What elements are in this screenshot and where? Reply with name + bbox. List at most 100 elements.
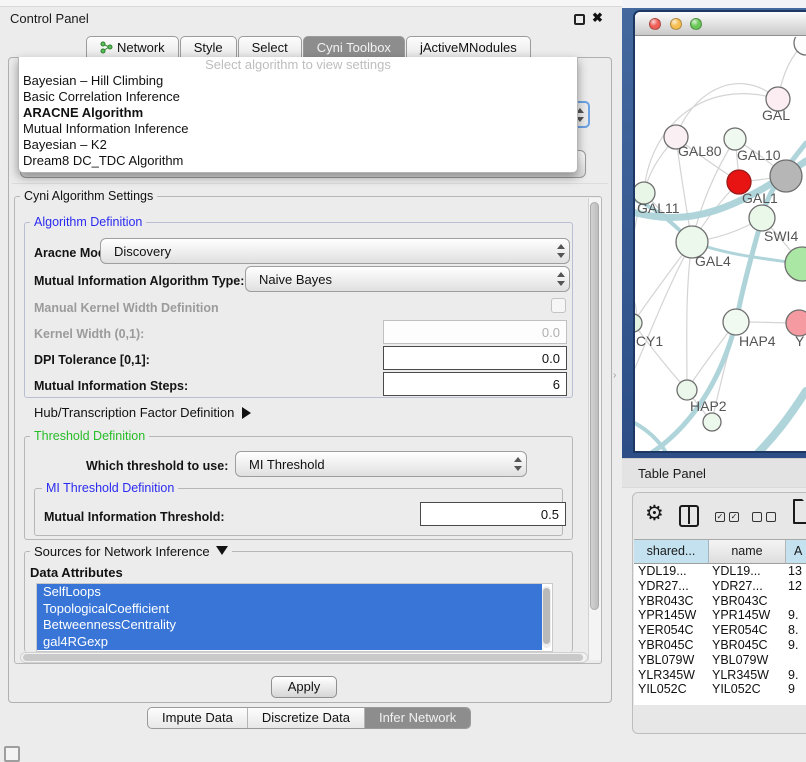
tab-jactivemnodules[interactable]: jActiveMNodules — [406, 36, 531, 58]
close-icon[interactable]: ✖ — [592, 10, 603, 26]
tab-impute-data[interactable]: Impute Data — [148, 708, 248, 728]
mi-threshold-label: Mutual Information Threshold: — [44, 510, 225, 524]
tab-infer-network[interactable]: Infer Network — [365, 708, 470, 728]
table-row[interactable]: YIL052CYIL052C9 — [634, 682, 806, 697]
expand-right-icon — [242, 407, 251, 419]
attribute-item[interactable]: SelfLoops — [37, 584, 542, 601]
dock-panel-icon[interactable] — [4, 746, 20, 762]
gear-icon[interactable]: ⚙ — [645, 501, 664, 526]
algorithm-option[interactable]: Basic Correlation Inference — [19, 89, 577, 105]
data-attributes-list[interactable]: SelfLoopsTopologicalCoefficientBetweenne… — [36, 583, 553, 652]
table-cell: YBR043C — [712, 594, 782, 608]
network-node-hap4[interactable] — [723, 309, 749, 335]
mi-type-combo[interactable]: Naive Bayes — [245, 266, 570, 292]
close-traffic-light[interactable] — [649, 18, 661, 30]
network-canvas[interactable]: GALGAL80GAL10GAL1GAL11SWI4GAL4GCY1HAP4YH… — [635, 37, 806, 453]
apply-button[interactable]: Apply — [271, 676, 337, 698]
stepper-arrows-icon — [557, 272, 565, 286]
table-cell: 13 — [788, 564, 806, 578]
algorithm-option[interactable]: Bayesian – Hill Climbing — [19, 73, 577, 89]
top-strip — [0, 0, 622, 7]
table-cell: YER054C — [638, 623, 706, 637]
document-icon[interactable] — [793, 499, 806, 524]
node-label: HAP2 — [690, 398, 727, 414]
network-node[interactable] — [770, 160, 802, 192]
mi-threshold-field[interactable] — [420, 502, 566, 526]
column-header-name[interactable]: name — [709, 540, 786, 564]
algorithm-dropdown-popup: Select algorithm to view settings Bayesi… — [18, 57, 578, 173]
network-node-gcy1[interactable] — [635, 314, 642, 332]
table-row[interactable]: YLR345WYLR345W9. — [634, 668, 806, 683]
node-label: GAL — [762, 107, 790, 123]
attribute-item[interactable]: gal4RGexp — [37, 634, 542, 651]
tab-discretize-data[interactable]: Discretize Data — [248, 708, 365, 728]
algorithm-option[interactable]: Mutual Information Inference — [19, 121, 577, 137]
network-node-hap2[interactable] — [677, 380, 697, 400]
threshold-definition-title: Threshold Definition — [30, 429, 149, 443]
mi-steps-label: Mutual Information Steps: — [34, 379, 188, 393]
which-threshold-value: MI Threshold — [249, 457, 325, 472]
table-row[interactable]: YBR043C YBR043C — [634, 594, 806, 609]
minimize-traffic-light[interactable] — [670, 18, 682, 30]
sources-group-toggle[interactable]: Sources for Network Inference — [30, 544, 232, 559]
table-body: YDL19...YDL19...13YDR27...YDR27...12YBR0… — [634, 564, 806, 698]
which-threshold-combo[interactable]: MI Threshold — [235, 451, 527, 477]
table-row[interactable]: YDR27...YDR27...12 — [634, 579, 806, 594]
attributes-scrollbar-thumb[interactable] — [543, 588, 550, 644]
table-row[interactable]: YBR045CYBR045C9. — [634, 638, 806, 653]
table-cell: YPR145W — [638, 608, 706, 622]
network-window-titlebar[interactable] — [635, 12, 806, 36]
network-graph: GALGAL80GAL10GAL1GAL11SWI4GAL4GCY1HAP4YH… — [635, 37, 806, 453]
settings-vertical-scrollbar-thumb[interactable] — [590, 202, 599, 610]
columns-icon[interactable] — [679, 505, 699, 527]
attribute-item[interactable]: BetweennessCentrality — [37, 617, 542, 634]
column-header-clipped[interactable]: A — [786, 540, 806, 564]
tab-label: jActiveMNodules — [420, 37, 517, 58]
collapse-down-icon — [216, 546, 228, 555]
table-row[interactable]: YDL19...YDL19...13 — [634, 564, 806, 579]
table-row[interactable]: YER054CYER054C8. — [634, 623, 806, 638]
network-node[interactable] — [785, 247, 806, 281]
network-view-window[interactable]: GALGAL80GAL10GAL1GAL11SWI4GAL4GCY1HAP4YH… — [633, 10, 806, 453]
table-cell: YDR27... — [712, 579, 782, 593]
float-window-icon[interactable] — [574, 14, 585, 25]
table-cell: YER054C — [712, 623, 782, 637]
attribute-item[interactable]: TopologicalCoefficient — [37, 601, 542, 618]
dpi-tolerance-field[interactable] — [383, 346, 567, 370]
settings-horizontal-scrollbar-thumb[interactable] — [23, 654, 583, 661]
algorithm-placeholder: Select algorithm to view settings — [19, 57, 577, 73]
split-divider-handle[interactable]: › — [613, 370, 616, 381]
tab-style[interactable]: Style — [180, 36, 237, 58]
select-all-checked-icon[interactable]: ✓✓ — [715, 512, 739, 522]
control-panel: Control Panel ✖ NetworkStyleSelectCyni T… — [0, 0, 622, 762]
network-node[interactable] — [703, 413, 721, 431]
aracne-mode-combo[interactable]: Discovery — [100, 238, 570, 264]
kernel-width-label: Kernel Width (0,1): — [34, 327, 144, 341]
table-row[interactable]: YBL079WYBL079W — [634, 653, 806, 668]
tab-network[interactable]: Network — [86, 36, 179, 58]
tab-select[interactable]: Select — [238, 36, 302, 58]
dpi-tolerance-label: DPI Tolerance [0,1]: — [34, 353, 150, 367]
algorithm-option[interactable]: Bayesian – K2 — [19, 137, 577, 153]
table-cell: 12 — [788, 579, 806, 593]
table-cell: YBR043C — [638, 594, 706, 608]
table-cell: YIL052C — [712, 682, 782, 696]
zoom-traffic-light[interactable] — [690, 18, 702, 30]
hub-section-toggle[interactable]: Hub/Transcription Factor Definition — [34, 405, 251, 420]
manual-kernel-checkbox[interactable] — [551, 298, 566, 313]
deselect-all-icon[interactable] — [752, 512, 776, 522]
mi-steps-field[interactable] — [383, 372, 567, 396]
attributes-scrollbar[interactable] — [542, 586, 551, 648]
node-label: Y — [795, 333, 805, 349]
stepper-arrows-icon — [557, 244, 565, 258]
kernel-width-field[interactable] — [383, 320, 567, 344]
settings-group-title: Cyni Algorithm Settings — [20, 189, 157, 203]
node-label: GAL10 — [737, 147, 781, 163]
column-header-shared[interactable]: shared... — [634, 540, 709, 564]
tab-cyni-toolbox[interactable]: Cyni Toolbox — [303, 36, 405, 58]
table-row[interactable]: YPR145WYPR145W9. — [634, 608, 806, 623]
settings-horizontal-scrollbar[interactable] — [20, 652, 588, 663]
algorithm-option[interactable]: ARACNE Algorithm — [19, 105, 577, 121]
algorithm-option[interactable]: Dream8 DC_TDC Algorithm — [19, 153, 577, 169]
tab-label: Network — [117, 37, 165, 58]
